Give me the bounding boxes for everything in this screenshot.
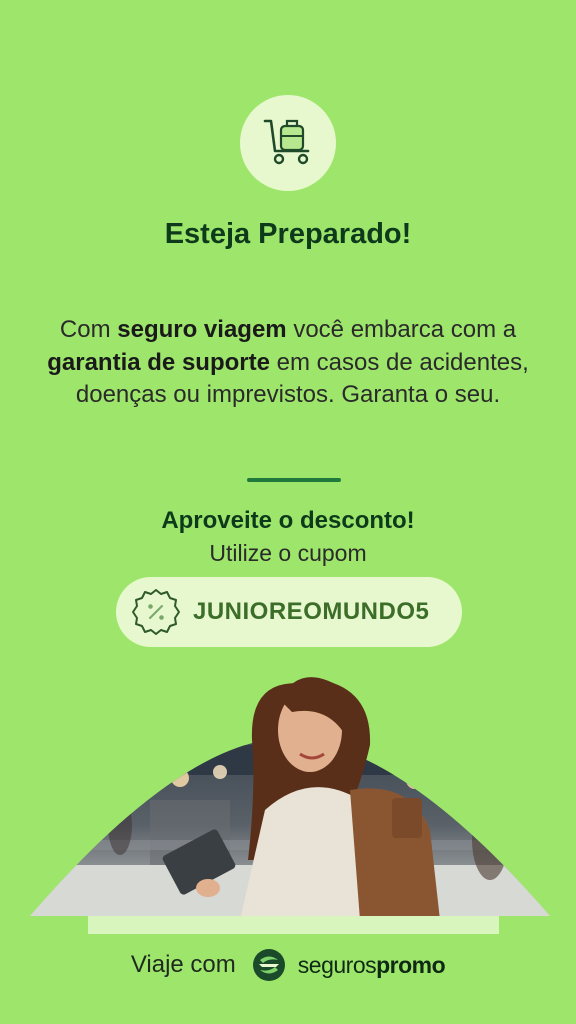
cart-luggage-icon [263, 119, 310, 165]
header-icon-badge [240, 95, 336, 191]
divider [247, 478, 341, 482]
photo-base-strip [88, 916, 499, 934]
footer-prefix: Viaje com [130, 951, 236, 978]
segurospromo-logo-icon [252, 949, 285, 981]
discount-headline: Aproveite o desconto! [161, 507, 415, 534]
page-title: Esteja Preparado! [164, 218, 412, 250]
footer-brand: Viaje com segurospromo [0, 945, 576, 985]
coupon-instruction: Utilize o cupom [209, 540, 367, 566]
percent-badge-icon [131, 587, 181, 637]
promo-message: Com seguro viagem você embarca com a gar… [40, 314, 536, 412]
message-highlight: garantia de suporte [47, 348, 270, 376]
brand-name-part: seguros [297, 951, 377, 978]
coupon-code: JUNIOREOMUNDO5 [193, 598, 430, 625]
coupon-button[interactable]: JUNIOREOMUNDO5 [116, 577, 462, 647]
traveler-photo [30, 650, 550, 920]
message-text: você embarca com a [286, 316, 517, 343]
brand-name: segurospromo [297, 951, 446, 979]
message-highlight: seguro viagem [117, 316, 287, 343]
message-text: Com [59, 316, 118, 343]
brand-name-part: promo [376, 951, 446, 978]
